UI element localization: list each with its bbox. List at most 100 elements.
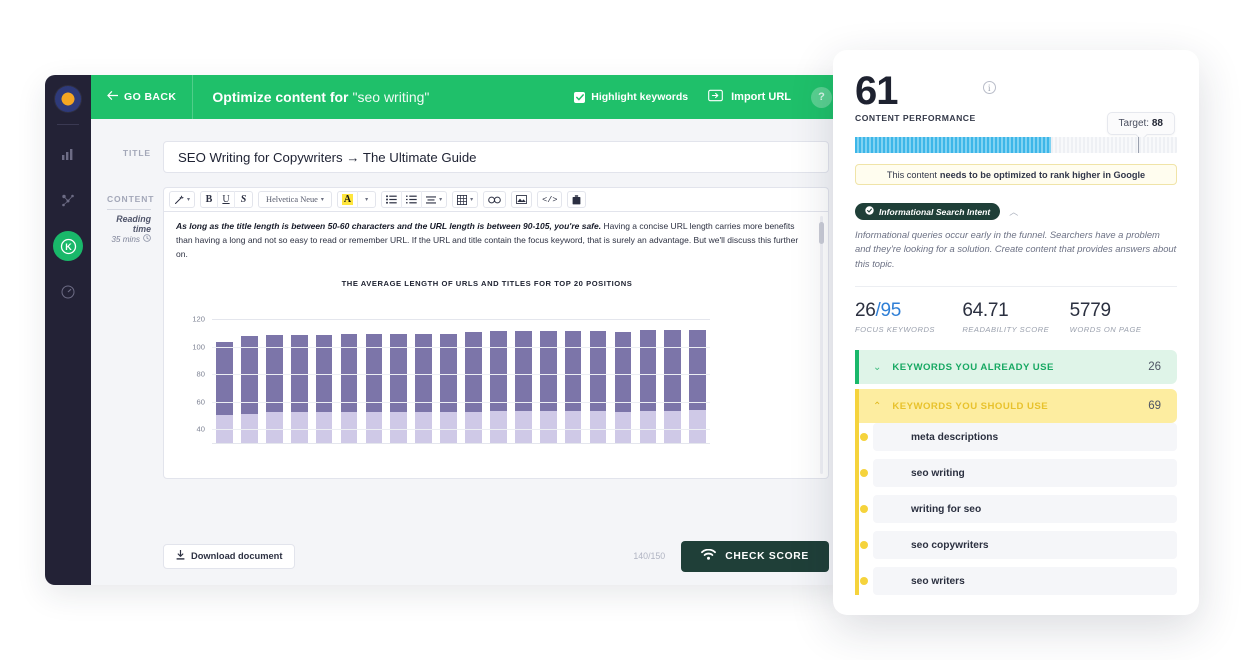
- document-scrollbar[interactable]: [819, 216, 824, 474]
- chart-bar-segment-title: [589, 411, 607, 445]
- document-paragraph: As long as the title length is between 5…: [176, 220, 806, 261]
- chart-bar: [340, 333, 358, 445]
- chart-bar-slot: [287, 314, 312, 445]
- chart-bar-slot: [611, 314, 636, 445]
- chart-bar-segment-url: [614, 332, 632, 412]
- keyword-list-item[interactable]: seo writing: [860, 459, 1177, 488]
- font-family-select[interactable]: Helvetica Neue ▾: [259, 191, 331, 208]
- accordion-title: KEYWORDS YOU ALREADY USE: [892, 361, 1054, 373]
- align-button[interactable]: ▾: [422, 191, 446, 208]
- magic-wand-icon[interactable]: ▾: [170, 191, 194, 208]
- reading-time-value-wrap: 35 mins: [107, 234, 151, 244]
- strikethrough-button[interactable]: S: [235, 191, 252, 208]
- keyword-name: writing for seo: [911, 503, 982, 515]
- chart-bar-segment-url: [564, 330, 582, 412]
- chart-bar: [539, 330, 557, 445]
- chart-gridline: 40: [197, 425, 710, 434]
- chart-bar-segment-url: [465, 332, 482, 412]
- text-color-dropdown[interactable]: ▾: [358, 191, 375, 208]
- accordion-keywords-already-use[interactable]: ⌄ KEYWORDS YOU ALREADY USE 26: [855, 350, 1177, 385]
- character-counter: 140/150: [633, 551, 666, 561]
- check-score-button[interactable]: CHECK SCORE: [681, 540, 829, 572]
- search-intent-chip[interactable]: Informational Search Intent: [855, 203, 1001, 221]
- chart-bar-segment-title: [639, 411, 657, 445]
- chart-bar-segment-url: [440, 333, 457, 412]
- chart-bar-segment-title: [365, 411, 383, 445]
- chart-bar-slot: [436, 314, 461, 445]
- sidebar-item-network[interactable]: [53, 185, 83, 215]
- chart-gridline: 120: [192, 314, 710, 323]
- highlight-keywords-toggle[interactable]: Highlight keywords: [574, 91, 688, 103]
- toolbar-group-font: Helvetica Neue ▾: [258, 191, 332, 208]
- import-url-button[interactable]: Import URL: [708, 89, 791, 105]
- trash-icon[interactable]: [568, 191, 585, 208]
- keyword-bullet-icon: [860, 433, 868, 442]
- text-color-swatch: A: [341, 194, 354, 205]
- keyword-list-item[interactable]: seo copywriters: [860, 531, 1177, 560]
- keyword-list: meta descriptions seo writing writing for …: [855, 423, 1177, 596]
- download-document-button[interactable]: Download document: [163, 543, 296, 569]
- chart-bar-slot: [660, 314, 685, 445]
- chart-bar-segment-title: [315, 411, 333, 445]
- code-button[interactable]: </>: [538, 191, 561, 208]
- chevron-up-icon[interactable]: ︿: [1009, 205, 1018, 218]
- info-icon[interactable]: i: [982, 81, 996, 94]
- chart-bars: [212, 314, 710, 445]
- keyword-list-item[interactable]: writing for seo: [860, 495, 1177, 524]
- image-icon[interactable]: [512, 191, 531, 208]
- keyword-list-item[interactable]: seo writers: [860, 567, 1177, 596]
- keyword-name: meta descriptions: [911, 431, 999, 443]
- help-button[interactable]: ?: [811, 86, 832, 108]
- chart-bar-slot: [586, 314, 611, 445]
- stat-label: WORDS ON PAGE: [1069, 325, 1142, 335]
- arrow-left-icon: [107, 91, 119, 103]
- page-title: Optimize content for "seo writing": [193, 89, 429, 105]
- download-document-label: Download document: [191, 551, 283, 561]
- banner-bold: needs to be optimized to rank higher in …: [939, 169, 1146, 180]
- chart-bar-segment-url: [514, 330, 532, 412]
- chevron-down-icon: ▾: [439, 197, 443, 203]
- toolbar-group-format: B U S: [200, 191, 254, 208]
- page-title-bold: Optimize content for: [212, 89, 349, 105]
- numbered-list-button[interactable]: [402, 191, 423, 208]
- keyword-k-icon: K: [60, 238, 77, 255]
- accordion-title: KEYWORDS YOU SHOULD USE: [892, 400, 1049, 412]
- text-color-button[interactable]: A: [338, 191, 359, 208]
- top-bar-actions: Highlight keywords Import URL ?: [574, 86, 845, 108]
- chart-bar-slot: [337, 314, 362, 445]
- score-block: 61 CONTENT PERFORMANCE: [855, 71, 976, 123]
- document-body[interactable]: As long as the title length is between 5…: [163, 211, 829, 479]
- bullet-list-button[interactable]: [382, 191, 403, 208]
- keyword-list-item[interactable]: meta descriptions: [860, 423, 1177, 452]
- accordion-keywords-should-use[interactable]: ⌃ KEYWORDS YOU SHOULD USE 69: [855, 389, 1177, 424]
- sidebar-item-performance[interactable]: [53, 277, 83, 307]
- title-input[interactable]: SEO Writing for Copywriters → The Ultima…: [163, 141, 829, 173]
- scrollbar-thumb[interactable]: [819, 222, 824, 244]
- app-window: K GO BACK Optimize content for "seo writ…: [45, 75, 845, 585]
- chart-bar: [614, 332, 632, 445]
- chart-bar-segment-title: [465, 411, 482, 445]
- go-back-button[interactable]: GO BACK: [91, 75, 194, 119]
- title-label-col: TITLE: [107, 141, 163, 173]
- toolbar-group-image: [511, 191, 533, 208]
- chart-bar-segment-url: [589, 330, 607, 412]
- import-url-label: Import URL: [731, 91, 791, 103]
- chart-bar-segment-title: [265, 411, 283, 445]
- sidebar-item-keywords[interactable]: K: [53, 231, 83, 261]
- clock-icon: [143, 234, 151, 244]
- bold-button[interactable]: B: [201, 191, 219, 208]
- underline-button[interactable]: U: [218, 191, 236, 208]
- table-button[interactable]: ▾: [453, 191, 477, 208]
- chart-bar: [564, 330, 582, 445]
- chart-bar-slot: [361, 314, 386, 445]
- link-icon[interactable]: [484, 191, 505, 208]
- optimization-banner: This content needs to be optimized to ra…: [855, 164, 1177, 186]
- chart-bar-slot: [635, 314, 660, 445]
- sidebar-item-analytics[interactable]: [53, 139, 83, 169]
- search-intent-label: Informational Search Intent: [879, 206, 991, 217]
- keyword-bullet-icon: [860, 541, 868, 550]
- content-label-col: CONTENT Reading time 35 mins: [107, 187, 163, 479]
- stat-value-main: 26: [855, 300, 876, 322]
- app-logo[interactable]: [55, 86, 81, 112]
- chart-bar-segment-url: [664, 329, 682, 412]
